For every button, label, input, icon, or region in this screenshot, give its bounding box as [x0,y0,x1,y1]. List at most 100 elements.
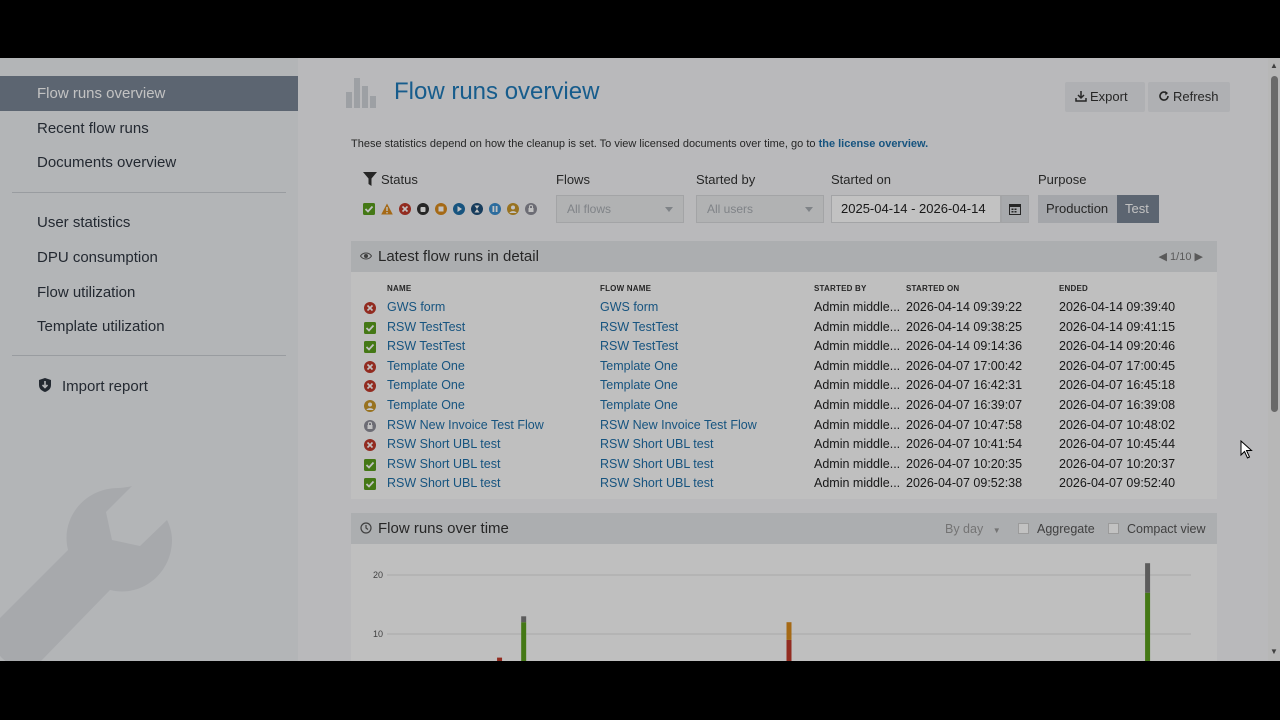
success-check-icon [364,321,376,334]
running-play-icon[interactable] [453,203,465,215]
started-by-select-value: All users [707,202,754,216]
cell-flow[interactable]: RSW New Invoice Test Flow [600,418,800,432]
sidebar-item-dpu-consumption[interactable]: DPU consumption [0,240,298,275]
table-row[interactable]: Template One Template One Admin middle... 2… [351,376,1217,396]
chevron-down-icon [665,207,673,212]
refresh-label: Refresh [1173,89,1219,104]
cell-flow[interactable]: GWS form [600,300,800,314]
scroll-down-icon[interactable]: ▼ [1270,648,1278,656]
cell-name[interactable]: RSW Short UBL test [387,437,587,451]
cell-started: 2026-04-07 09:52:38 [906,476,1023,491]
cell-flow[interactable]: RSW TestTest [600,339,800,353]
cell-name[interactable]: RSW New Invoice Test Flow [387,418,587,432]
sidebar-item-label: User statistics [37,214,131,231]
compact-view-checkbox[interactable] [1108,523,1119,534]
cell-name[interactable]: RSW TestTest [387,320,587,334]
stop-hand-icon[interactable] [417,203,429,215]
queued-icon[interactable] [525,203,537,215]
cell-flow[interactable]: Template One [600,398,800,412]
cell-ended: 2026-04-07 10:48:02 [1059,417,1176,432]
column-header[interactable]: ENDED [1059,284,1088,293]
cell-name[interactable]: Template One [387,359,587,373]
pager-next-icon[interactable]: ▶ [1195,251,1203,263]
export-button[interactable]: Export [1065,82,1145,112]
sidebar-item-template-utilization[interactable]: Template utilization [0,309,298,344]
table-row[interactable]: Template One Template One Admin middle... 2… [351,357,1217,377]
table-row[interactable]: Template One Template One Admin middle... 2… [351,396,1217,416]
flows-select-value: All flows [567,202,612,216]
cell-flow[interactable]: RSW Short UBL test [600,476,800,490]
sidebar-item-flow-utilization[interactable]: Flow utilization [0,275,298,310]
sidebar-divider [12,355,286,356]
cleanup-note: These statistics depend on how the clean… [351,138,928,150]
cell-flow[interactable]: RSW Short UBL test [600,457,800,471]
column-header[interactable]: STARTED BY [814,284,867,293]
calendar-button[interactable] [1001,195,1029,223]
flows-select[interactable]: All flows [556,195,684,223]
error-icon [364,360,376,373]
pager: ◀ 1/10 ▶ [1159,250,1203,263]
column-header[interactable]: STARTED ON [906,284,959,293]
calendar-icon [1009,204,1021,215]
cell-by: Admin middle... [814,437,901,452]
table-row[interactable]: RSW New Invoice Test Flow RSW New Invoice… [351,416,1217,436]
success-check-icon[interactable] [363,203,375,215]
interval-value: By day [945,522,984,536]
error-icon [364,439,376,452]
cell-flow[interactable]: RSW TestTest [600,320,800,334]
started-by-filter-label: Started by [696,172,756,187]
panel-title: Flow runs over time [378,520,509,537]
scroll-up-icon[interactable]: ▲ [1270,62,1278,70]
user-action-icon[interactable] [507,203,519,215]
chart-bar-error [786,639,792,661]
cell-name[interactable]: GWS form [387,300,587,314]
aggregate-checkbox[interactable] [1018,523,1029,534]
table-row[interactable]: RSW Short UBL test RSW Short UBL test Admi… [351,435,1217,455]
warning-icon[interactable] [381,203,393,215]
refresh-button[interactable]: Refresh [1148,82,1230,112]
purpose-production-button[interactable]: Production [1038,195,1117,223]
column-header[interactable]: NAME [387,284,411,293]
cell-name[interactable]: Template One [387,398,587,412]
cell-name[interactable]: RSW Short UBL test [387,457,587,471]
cell-name[interactable]: Template One [387,378,587,392]
sidebar-item-user-statistics[interactable]: User statistics [0,205,298,240]
error-icon[interactable] [399,203,411,215]
cell-ended: 2026-04-07 16:39:08 [1059,398,1176,412]
table-row[interactable]: RSW TestTest RSW TestTest Admin middle... 2… [351,337,1217,357]
paused-icon[interactable] [489,203,501,215]
table-row[interactable]: RSW Short UBL test RSW Short UBL test Admi… [351,455,1217,475]
purpose-test-button[interactable]: Test [1117,195,1159,223]
table-row[interactable]: RSW Short UBL test RSW Short UBL test Admi… [351,474,1217,494]
sidebar-item-label: Recent flow runs [37,120,149,137]
date-range-input[interactable]: 2025-04-14 - 2026-04-14 [831,195,1001,223]
table-row[interactable]: RSW TestTest RSW TestTest Admin middle... 2… [351,318,1217,338]
sidebar-item-recent-flow-runs[interactable]: Recent flow runs [0,111,298,146]
cell-name[interactable]: RSW Short UBL test [387,476,587,490]
column-header[interactable]: FLOW NAME [600,284,651,293]
refresh-icon [1159,91,1169,101]
cell-flow[interactable]: Template One [600,359,800,373]
vertical-scrollbar[interactable]: ▲ ▼ [1268,58,1280,661]
started-by-select[interactable]: All users [696,195,824,223]
sidebar-item-label: DPU consumption [37,249,158,266]
cell-ended: 2026-04-07 09:52:40 [1059,476,1176,491]
stopped-square-icon[interactable] [435,203,447,215]
chart-bar-other [786,622,792,640]
cell-name[interactable]: RSW TestTest [387,339,587,353]
interval-select[interactable]: By day ▼ [945,522,1001,536]
table-row[interactable]: GWS form GWS form Admin middle... 2026-04-1… [351,298,1217,318]
sidebar-item-flow-runs-overview[interactable]: Flow runs overview [0,76,298,111]
waiting-hourglass-icon[interactable] [471,203,483,215]
cell-started: 2026-04-14 09:38:25 [906,319,1023,334]
cell-flow[interactable]: Template One [600,378,800,392]
panel-title: Latest flow runs in detail [378,248,539,265]
export-label: Export [1090,89,1128,104]
panel-header: Latest flow runs in detail ◀ 1/10 ▶ [351,241,1217,272]
pager-prev-icon[interactable]: ◀ [1159,251,1167,263]
scrollbar-thumb[interactable] [1271,76,1278,412]
license-overview-link[interactable]: the license overview. [819,138,929,150]
cell-flow[interactable]: RSW Short UBL test [600,437,800,451]
sidebar-item-import-report[interactable]: Import report [0,369,298,404]
sidebar-item-documents-overview[interactable]: Documents overview [0,145,298,180]
